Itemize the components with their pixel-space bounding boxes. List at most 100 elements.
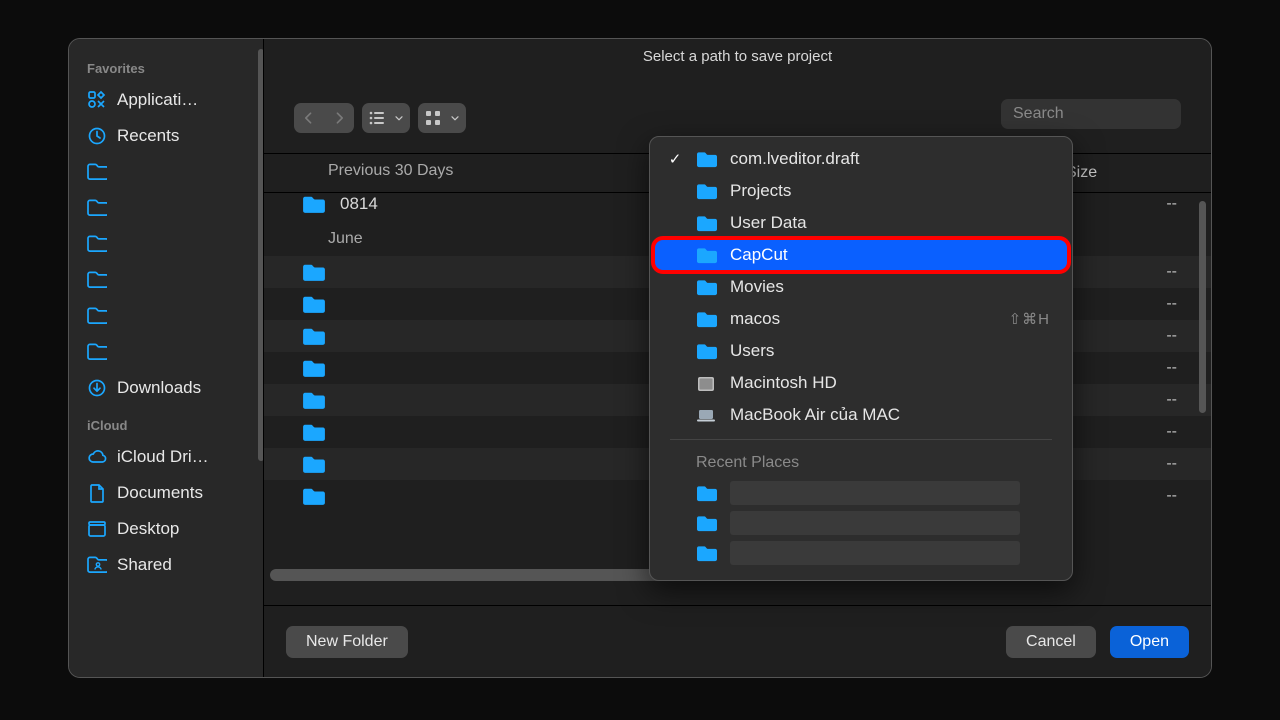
list-view-icon: [367, 108, 387, 128]
folder-icon: [696, 182, 718, 200]
sidebar-item-label: iCloud Dri…: [117, 447, 209, 467]
open-button[interactable]: Open: [1110, 626, 1189, 658]
path-popup-item-label: User Data: [730, 213, 807, 233]
path-popup-item[interactable]: Movies: [654, 271, 1068, 303]
path-popup-item[interactable]: ✓com.lveditor.draft: [654, 143, 1068, 175]
sidebar: Favorites Applicati… Recents Downloads iClou…: [69, 39, 264, 677]
path-popup-item[interactable]: Projects: [654, 175, 1068, 207]
bottom-bar: New Folder Cancel Open: [264, 605, 1211, 677]
folder-icon: [696, 544, 718, 562]
path-popup-item[interactable]: MacBook Air của MAC: [654, 399, 1068, 431]
nav-forward-button[interactable]: [324, 103, 354, 133]
recent-place-item[interactable]: [654, 478, 1068, 508]
sidebar-item[interactable]: [81, 154, 251, 190]
path-popup: ✓com.lveditor.draft Projects User Data CapC…: [649, 136, 1073, 581]
disk-icon: [696, 374, 718, 392]
row-size: --: [1166, 359, 1177, 377]
path-popup-item-label: MacBook Air của MAC: [730, 405, 900, 425]
cloud-icon: [87, 447, 107, 467]
row-size: --: [1166, 455, 1177, 473]
sidebar-item-label: Applicati…: [117, 90, 198, 110]
folder-icon: [302, 326, 326, 346]
recent-place-label: [730, 541, 1020, 565]
dialog-title: Select a path to save project: [264, 39, 1211, 81]
nav-back-button[interactable]: [294, 103, 324, 133]
search-input[interactable]: [1001, 99, 1181, 129]
folder-icon: [302, 486, 326, 506]
sidebar-item[interactable]: [81, 226, 251, 262]
sidebar-item[interactable]: Downloads: [81, 370, 251, 406]
list-vscrollbar[interactable]: [1199, 201, 1206, 413]
folder-icon: [87, 198, 107, 218]
doc-icon: [87, 483, 107, 503]
cancel-button[interactable]: Cancel: [1006, 626, 1096, 658]
desktop-icon: [87, 519, 107, 539]
folder-icon: [696, 342, 718, 360]
sidebar-item-label: Downloads: [117, 378, 201, 398]
path-popup-item-label: Macintosh HD: [730, 373, 837, 393]
view-list-button[interactable]: [362, 103, 410, 133]
save-dialog: Favorites Applicati… Recents Downloads iClou…: [68, 38, 1212, 678]
folder-icon: [302, 262, 326, 282]
chevron-right-icon: [331, 108, 347, 128]
sidebar-item[interactable]: Shared: [81, 547, 251, 583]
row-size: --: [1166, 327, 1177, 345]
sidebar-item[interactable]: iCloud Dri…: [81, 439, 251, 475]
folder-icon: [696, 246, 718, 264]
folder-icon: [87, 306, 107, 326]
row-size: --: [1166, 487, 1177, 505]
folder-icon: [302, 422, 326, 442]
path-popup-item-label: Movies: [730, 277, 784, 297]
folder-icon: [87, 234, 107, 254]
sidebar-item[interactable]: [81, 190, 251, 226]
view-grid-button[interactable]: [418, 103, 466, 133]
folder-icon: [302, 194, 326, 214]
folder-icon: [302, 358, 326, 378]
path-popup-item-label: Users: [730, 341, 774, 361]
row-size: --: [1166, 195, 1177, 213]
row-size: --: [1166, 263, 1177, 281]
path-popup-item[interactable]: Macintosh HD: [654, 367, 1068, 399]
folder-icon: [87, 270, 107, 290]
popup-divider: [670, 439, 1052, 440]
clock-icon: [87, 126, 107, 146]
path-popup-item-label: Projects: [730, 181, 791, 201]
sidebar-item[interactable]: [81, 262, 251, 298]
recent-place-item[interactable]: [654, 508, 1068, 538]
recent-place-label: [730, 481, 1020, 505]
path-popup-item[interactable]: User Data: [654, 207, 1068, 239]
folder-icon: [302, 294, 326, 314]
sidebar-item[interactable]: Applicati…: [81, 82, 251, 118]
path-popup-item[interactable]: macos⇧⌘H: [654, 303, 1068, 335]
sidebar-section-title: Favorites: [81, 49, 263, 82]
sidebar-item-label: Desktop: [117, 519, 179, 539]
sidebar-item[interactable]: [81, 298, 251, 334]
sidebar-item-label: Shared: [117, 555, 172, 575]
path-popup-item-label: macos: [730, 309, 780, 329]
sidebar-item-label: Recents: [117, 126, 179, 146]
folder-icon: [87, 162, 107, 182]
folder-icon: [696, 214, 718, 232]
row-size: --: [1166, 423, 1177, 441]
sidebar-item[interactable]: Desktop: [81, 511, 251, 547]
shared-icon: [87, 555, 107, 575]
chevron-down-icon: [393, 108, 405, 128]
path-popup-item[interactable]: Users: [654, 335, 1068, 367]
download-icon: [87, 378, 107, 398]
sidebar-item[interactable]: Recents: [81, 118, 251, 154]
path-popup-item-label: CapCut: [730, 245, 788, 265]
path-popup-item-label: com.lveditor.draft: [730, 149, 859, 169]
path-popup-item[interactable]: CapCut: [654, 239, 1068, 271]
app-icon: [87, 90, 107, 110]
folder-icon: [696, 278, 718, 296]
laptop-icon: [696, 406, 718, 424]
row-name: 0814: [340, 194, 378, 214]
folder-icon: [696, 150, 718, 168]
recent-place-item[interactable]: [654, 538, 1068, 568]
folder-icon: [696, 310, 718, 328]
folder-icon: [696, 484, 718, 502]
sidebar-item[interactable]: Documents: [81, 475, 251, 511]
toolbar: [294, 99, 1181, 137]
new-folder-button[interactable]: New Folder: [286, 626, 408, 658]
sidebar-item[interactable]: [81, 334, 251, 370]
